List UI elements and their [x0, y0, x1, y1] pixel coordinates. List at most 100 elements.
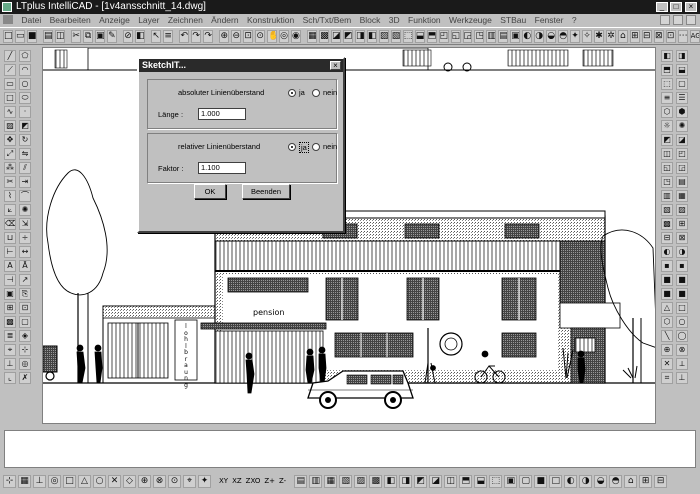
r-3d24-icon[interactable]: ■ — [676, 288, 688, 300]
b-t17-icon[interactable]: ■ — [534, 474, 548, 488]
tool4-icon[interactable]: ◧ — [366, 29, 377, 43]
b-t13-icon[interactable]: ⬓ — [474, 474, 488, 488]
minimize-button[interactable]: _ — [656, 2, 668, 12]
purge-icon[interactable]: ✗ — [19, 372, 31, 384]
menu-datei[interactable]: Datei — [18, 14, 44, 26]
offset-icon[interactable]: ⫽ — [19, 162, 31, 174]
r-3d14-icon[interactable]: ⊞ — [676, 218, 688, 230]
properties-icon[interactable]: ◧ — [135, 29, 145, 43]
tool13-icon[interactable]: ◳ — [474, 29, 485, 43]
b-t24-icon[interactable]: ⊞ — [639, 474, 653, 488]
b-osnap10-icon[interactable]: ✦ — [198, 474, 211, 488]
b-t22-icon[interactable]: ◓ — [609, 474, 623, 488]
point-icon[interactable]: · — [19, 106, 31, 118]
dim-icon[interactable]: ⊣ — [4, 274, 16, 286]
b-polar-icon[interactable]: ◎ — [48, 474, 61, 488]
paste-icon[interactable]: ▣ — [95, 29, 105, 43]
r-tool3-icon[interactable]: ✕ — [661, 358, 673, 370]
maximize-button[interactable]: □ — [670, 2, 682, 12]
menu-aendern[interactable]: Ändern — [208, 14, 241, 26]
r-3d15-icon[interactable]: ⊟ — [661, 232, 673, 244]
ortho-icon[interactable]: ⊥ — [4, 358, 16, 370]
tool12-icon[interactable]: ◲ — [462, 29, 473, 43]
ok-button[interactable]: OK — [194, 184, 226, 199]
b-t14-icon[interactable]: ⬚ — [489, 474, 503, 488]
b-osnap7-icon[interactable]: ⊗ — [153, 474, 166, 488]
b-osnap2-icon[interactable]: △ — [78, 474, 91, 488]
ag-button[interactable]: AG — [689, 29, 700, 43]
r-3d8-icon[interactable]: ▤ — [676, 176, 688, 188]
save-icon[interactable]: ■ — [26, 29, 37, 43]
image-icon[interactable]: ▩ — [4, 316, 16, 328]
b-t11-icon[interactable]: ◫ — [444, 474, 458, 488]
tool17-icon[interactable]: ◐ — [522, 29, 533, 43]
b-ortho-icon[interactable]: ⊥ — [33, 474, 46, 488]
tool22-icon[interactable]: ✧ — [582, 29, 592, 43]
polygon-icon[interactable]: ⬠ — [19, 50, 31, 62]
divide-icon[interactable]: ÷ — [19, 232, 31, 244]
menu-fenster[interactable]: Fenster — [532, 14, 567, 26]
tool25-icon[interactable]: ⌂ — [617, 29, 628, 43]
r-tool2-icon[interactable]: ⊗ — [676, 344, 688, 356]
tool23-icon[interactable]: ✱ — [594, 29, 604, 43]
break-icon[interactable]: ⌇ — [4, 190, 16, 202]
tool18-icon[interactable]: ◑ — [534, 29, 545, 43]
xref-icon[interactable]: ⊡ — [19, 302, 31, 314]
b-t1-icon[interactable]: ▤ — [294, 474, 308, 488]
menu-bearbeiten[interactable]: Bearbeiten — [47, 14, 94, 26]
b-osnap4-icon[interactable]: ✕ — [108, 474, 121, 488]
wipeout-icon[interactable]: ▢ — [19, 316, 31, 328]
b-t15-icon[interactable]: ▣ — [504, 474, 518, 488]
attr-icon[interactable]: ⊞ — [4, 302, 16, 314]
undo-icon[interactable]: ↶ — [179, 29, 190, 43]
drawing-canvas[interactable]: pension l o h l b r a u n g — [42, 47, 656, 424]
beenden-button[interactable]: Beenden — [242, 184, 290, 199]
r-3d10-icon[interactable]: ▦ — [676, 190, 688, 202]
tool9-icon[interactable]: ⬒ — [426, 29, 437, 43]
r-sq-icon[interactable]: □ — [676, 302, 688, 314]
zoom-in-icon[interactable]: ⊕ — [219, 29, 230, 43]
b-t23-icon[interactable]: ⌂ — [624, 474, 638, 488]
r-3d7-icon[interactable]: ◳ — [661, 176, 673, 188]
r-3d19-icon[interactable]: ▪ — [661, 260, 673, 272]
spline-icon[interactable]: ∿ — [4, 106, 16, 118]
r-3d23-icon[interactable]: ■ — [661, 288, 673, 300]
tool27-icon[interactable]: ⊟ — [641, 29, 652, 43]
no-select-icon[interactable]: ⊘ — [123, 29, 134, 43]
layer-icon[interactable]: ≡ — [163, 29, 174, 43]
factor-input[interactable]: 1.100 — [198, 162, 246, 174]
r-cube1-icon[interactable]: ⬡ — [661, 106, 673, 118]
b-grid-icon[interactable]: ▦ — [18, 474, 31, 488]
view-icon[interactable]: ▦ — [307, 29, 318, 43]
b-osnap1-icon[interactable]: □ — [63, 474, 76, 488]
command-line[interactable] — [4, 430, 696, 468]
hatch-icon[interactable]: ▨ — [4, 120, 16, 132]
tool7-icon[interactable]: ⬚ — [402, 29, 413, 43]
explode-icon[interactable]: ✺ — [19, 204, 31, 216]
doc-minimize-button[interactable] — [660, 15, 670, 25]
join-icon[interactable]: ⊔ — [4, 232, 16, 244]
mtext-icon[interactable]: Ā — [19, 260, 31, 272]
polyline-icon[interactable]: ⟋ — [4, 64, 16, 76]
arc-icon[interactable]: ◠ — [19, 64, 31, 76]
r-view3-icon[interactable]: ⬒ — [661, 64, 673, 76]
relative-no-label[interactable]: nein — [323, 142, 337, 151]
r-tool4-icon[interactable]: ⟂ — [676, 358, 688, 370]
b-t5-icon[interactable]: ▨ — [354, 474, 368, 488]
r-tool6-icon[interactable]: ⊥ — [676, 372, 688, 384]
r-3d11-icon[interactable]: ▧ — [661, 204, 673, 216]
r-tool5-icon[interactable]: ⌗ — [661, 372, 673, 384]
area-icon[interactable]: ◈ — [19, 330, 31, 342]
view-zxo-button[interactable]: ZXO — [245, 477, 262, 485]
id-icon[interactable]: ⌖ — [4, 344, 16, 356]
b-t2-icon[interactable]: ▥ — [309, 474, 323, 488]
b-t25-icon[interactable]: ⊟ — [654, 474, 668, 488]
tool29-icon[interactable]: ⊡ — [665, 29, 676, 43]
print-icon[interactable]: ▤ — [43, 29, 53, 43]
r-3d20-icon[interactable]: ▪ — [676, 260, 688, 272]
r-3d17-icon[interactable]: ◐ — [661, 246, 673, 258]
chamfer-icon[interactable]: ⟀ — [4, 204, 16, 216]
menu-3d[interactable]: 3D — [386, 14, 403, 26]
r-3d6-icon[interactable]: ◲ — [676, 162, 688, 174]
b-osnap6-icon[interactable]: ⊕ — [138, 474, 151, 488]
